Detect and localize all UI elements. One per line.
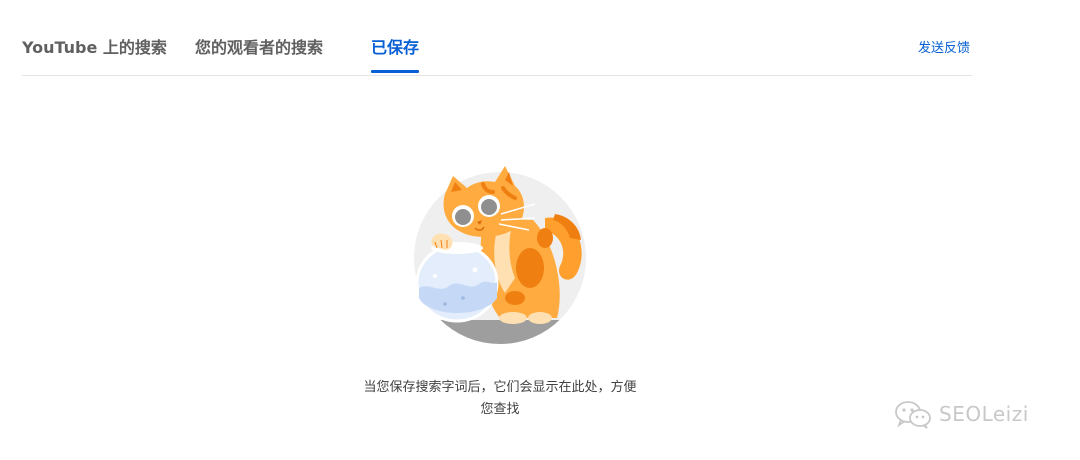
tab-label: 已保存 bbox=[371, 38, 420, 57]
saved-searches-page: YouTube 上的搜索 您的观看者的搜索 已保存 发送反馈 当您保存搜索字词后… bbox=[0, 0, 1080, 460]
empty-state-message: 当您保存搜索字词后，它们会显示在此处，方便 您查找 bbox=[340, 377, 660, 421]
cat-fishbowl-illustration bbox=[414, 166, 586, 344]
active-tab-indicator bbox=[371, 70, 420, 73]
tab-label: 您的观看者的搜索 bbox=[195, 38, 324, 57]
tab-saved[interactable]: 已保存 bbox=[371, 36, 420, 73]
empty-state-line-1: 当您保存搜索字词后，它们会显示在此处，方便 bbox=[363, 380, 637, 395]
tab-viewer-searches[interactable]: 您的观看者的搜索 bbox=[195, 36, 323, 60]
tab-label: YouTube 上的搜索 bbox=[22, 38, 167, 57]
wechat-icon bbox=[895, 401, 931, 429]
empty-state-line-2: 您查找 bbox=[480, 402, 520, 417]
tab-bar: YouTube 上的搜索 您的观看者的搜索 已保存 发送反馈 bbox=[22, 0, 972, 76]
watermark-text: SEOLeizi bbox=[939, 402, 1029, 426]
watermark: SEOLeizi bbox=[893, 398, 1029, 430]
tab-youtube-searches[interactable]: YouTube 上的搜索 bbox=[22, 36, 167, 60]
send-feedback-link[interactable]: 发送反馈 bbox=[918, 39, 970, 59]
